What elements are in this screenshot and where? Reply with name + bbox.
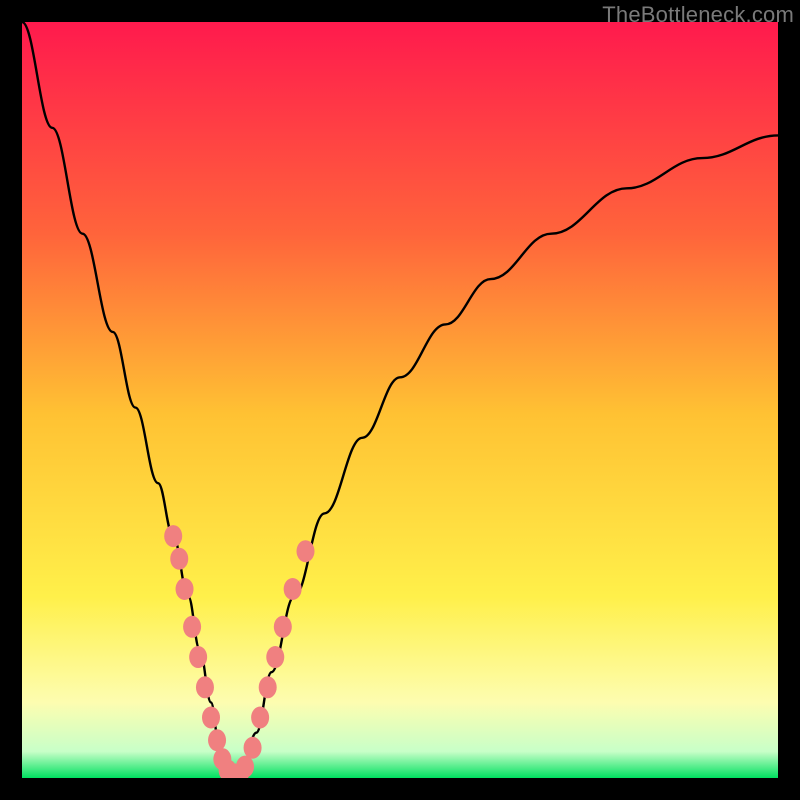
marker-point <box>176 578 194 600</box>
marker-point <box>208 729 226 751</box>
chart-frame <box>22 22 778 778</box>
marker-point <box>189 646 207 668</box>
watermark-text: TheBottleneck.com <box>602 2 794 28</box>
marker-point <box>244 737 262 759</box>
marker-point <box>196 676 214 698</box>
bottleneck-chart <box>22 22 778 778</box>
marker-point <box>183 616 201 638</box>
marker-point <box>284 578 302 600</box>
marker-point <box>164 525 182 547</box>
marker-point <box>259 676 277 698</box>
chart-background <box>22 22 778 778</box>
marker-point <box>274 616 292 638</box>
marker-point <box>170 548 188 570</box>
marker-point <box>202 707 220 729</box>
marker-point <box>251 707 269 729</box>
marker-point <box>297 540 315 562</box>
marker-point <box>266 646 284 668</box>
marker-point <box>236 756 254 778</box>
